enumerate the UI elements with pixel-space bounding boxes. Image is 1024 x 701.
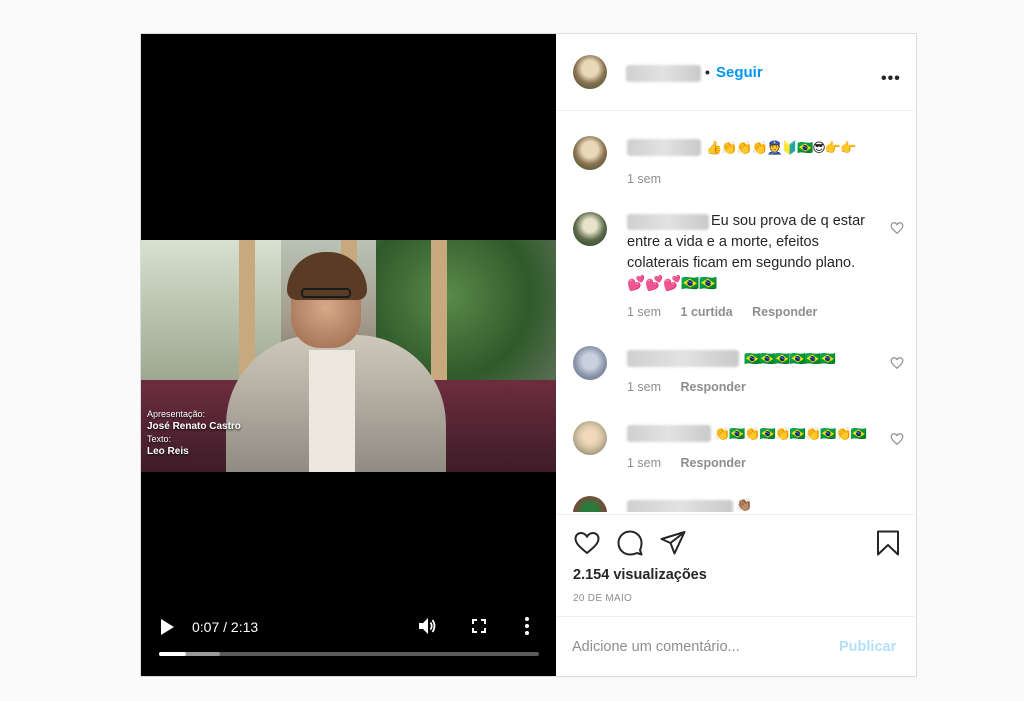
more-horizontal-icon[interactable]: ••• [881,70,901,88]
bookmark-icon[interactable] [874,529,902,557]
username-redacted[interactable] [627,350,739,367]
username-redacted[interactable] [627,500,733,512]
avatar[interactable] [573,212,607,246]
play-icon[interactable] [159,618,175,636]
video-controls: 0:07 / 2:13 [141,610,556,676]
more-vert-icon[interactable] [522,615,532,637]
likes-count[interactable]: 1 curtida [681,305,733,319]
played-bar [159,652,186,656]
separator-dot: • [705,64,710,80]
video-caption: Apresentação: José Renato Castro Texto: … [147,409,241,457]
comment-meta: 1 sem [627,172,662,186]
comments-list[interactable]: 👍👏👏👏👮🔰🇧🇷😎👉👉 1 sem Eu sou prova de q esta… [556,112,917,512]
comment-text: 🇧🇷🇧🇷🇧🇷🇧🇷🇧🇷🇧🇷 [744,351,836,366]
video-frame[interactable]: Apresentação: José Renato Castro Texto: … [141,240,556,472]
avatar[interactable] [573,496,607,512]
avatar[interactable] [573,346,607,380]
comment-bubble-icon[interactable] [616,529,644,557]
reply-button[interactable]: Responder [752,305,817,319]
username-redacted[interactable] [627,425,711,442]
video-time: 0:07 / 2:13 [192,619,259,635]
comment-meta: 1 sem 1 curtida Responder [627,305,818,319]
follow-button[interactable]: Seguir [716,64,763,81]
post-date[interactable]: 20 DE MAIO [573,593,632,604]
video-player[interactable]: Apresentação: José Renato Castro Texto: … [141,34,556,676]
like-heart-icon[interactable] [573,529,601,557]
avatar[interactable] [573,136,607,170]
post-actions: 2.154 visualizações 20 DE MAIO [556,514,917,616]
post-header: • Seguir ••• [556,34,917,111]
comment-text: Eu sou prova de q estar entre a vida e a… [627,213,865,292]
like-heart-icon[interactable] [890,356,904,370]
comment-text: 👏🏽 [736,497,752,512]
comment-text: 👍👏👏👏👮🔰🇧🇷😎👉👉 [706,140,856,155]
like-heart-icon[interactable] [890,432,904,446]
reply-button[interactable]: Responder [681,380,746,394]
views-count[interactable]: 2.154 visualizações [573,567,707,583]
volume-icon[interactable] [417,615,437,637]
like-heart-icon[interactable] [890,221,904,235]
publish-button[interactable]: Publicar [839,639,896,655]
comment-text: 👏🇧🇷👏🇧🇷👏🇧🇷👏🇧🇷👏🇧🇷 [714,426,867,441]
comment-meta: 1 sem Responder [627,456,746,470]
comment-input[interactable] [572,635,822,659]
avatar[interactable] [573,421,607,455]
reply-button[interactable]: Responder [681,456,746,470]
comment-meta: 1 sem Responder [627,380,746,394]
username-redacted[interactable] [627,139,701,156]
video-progress-bar[interactable] [159,652,539,656]
share-paper-plane-icon[interactable] [659,529,687,557]
avatar[interactable] [573,55,607,89]
add-comment-bar: Publicar [556,616,917,676]
username-redacted[interactable] [626,65,701,82]
post-side-panel: • Seguir ••• 👍👏👏👏👮🔰🇧🇷😎👉👉 1 sem Eu sou pr… [556,34,917,676]
post-card: Apresentação: José Renato Castro Texto: … [140,33,917,677]
fullscreen-icon[interactable] [469,616,489,636]
